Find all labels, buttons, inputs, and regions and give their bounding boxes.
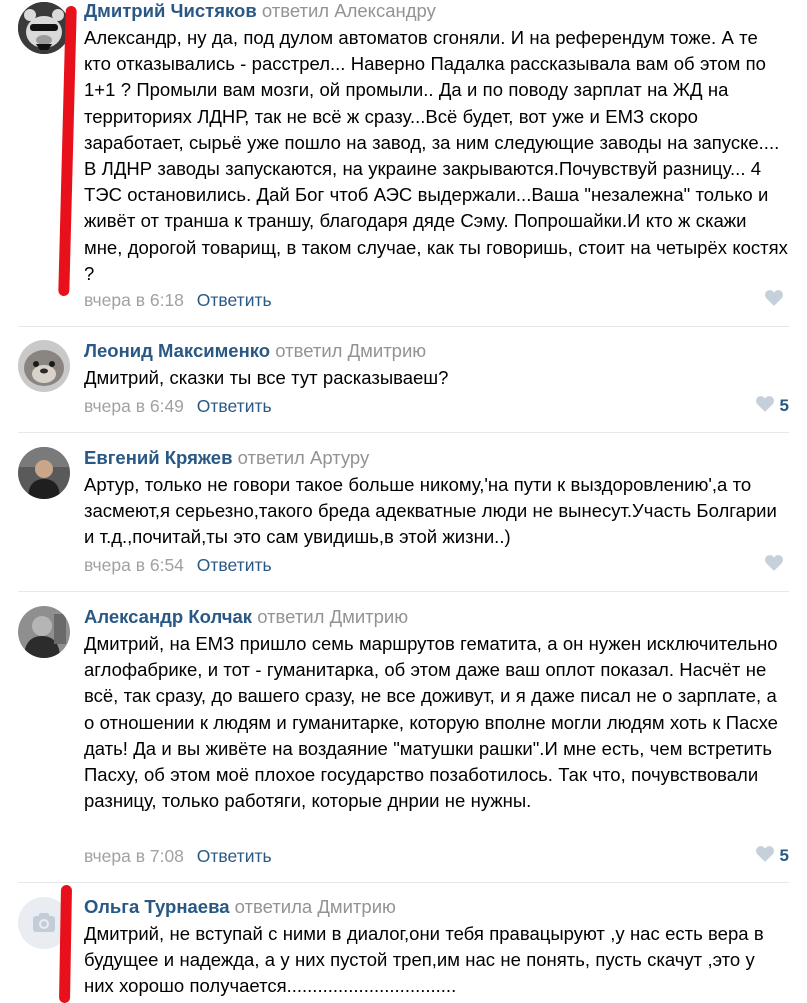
reply-to-label[interactable]: ответил Артуру: [238, 447, 370, 468]
author-name[interactable]: Дмитрий Чистяков: [84, 0, 257, 21]
heart-icon: [765, 289, 783, 311]
divider: [18, 882, 789, 883]
divider: [18, 326, 789, 327]
comment-text: Дмитрий, не вступай с ними в диалог,они …: [84, 923, 764, 997]
avatar[interactable]: [18, 340, 70, 392]
reply-button[interactable]: Ответить: [197, 290, 272, 310]
comment-item: Ольга Турнаева ответила Дмитрию Дмитрий,…: [0, 884, 807, 1003]
avatar[interactable]: [18, 447, 70, 499]
avatar[interactable]: [18, 2, 70, 54]
heart-icon: [755, 395, 774, 417]
avatar-image: [18, 340, 70, 392]
comment-text: Александр, ну да, под дулом автоматов сг…: [84, 27, 788, 284]
like-button[interactable]: [765, 554, 789, 576]
avatar-image: [18, 447, 70, 499]
reply-button[interactable]: Ответить: [197, 555, 272, 575]
highlight-mark: [58, 884, 73, 1003]
comment-time[interactable]: вчера в 6:54: [84, 555, 184, 575]
heart-icon: [765, 554, 783, 576]
comment-text: Артур, только не говори такое больше ник…: [84, 474, 777, 548]
reply-to-label[interactable]: ответила Дмитрию: [235, 896, 396, 917]
comment-item: Александр Колчак ответил Дмитрию Дмитрий…: [0, 602, 807, 882]
comment-item: Леонид Максименко ответил Дмитрию Дмитри…: [0, 336, 807, 432]
like-button[interactable]: 5: [755, 845, 789, 867]
comment-time[interactable]: вчера в 6:49: [84, 396, 184, 416]
avatar-image: [18, 2, 70, 54]
avatar-image: [18, 606, 70, 658]
like-count: 5: [779, 396, 789, 415]
divider: [18, 591, 789, 592]
reply-to-label[interactable]: ответил Дмитрию: [275, 340, 426, 361]
highlight-mark: [58, 5, 77, 297]
reply-to-label[interactable]: ответил Дмитрию: [257, 606, 408, 627]
like-button[interactable]: [765, 289, 789, 311]
comment-item: Евгений Кряжев ответил Артуру Артур, тол…: [0, 443, 807, 591]
comment-text: Дмитрий, на ЕМЗ пришло семь маршрутов ге…: [84, 633, 778, 812]
divider: [18, 432, 789, 433]
comment-text: Дмитрий, сказки ты все тут расказываеш?: [84, 367, 449, 388]
author-name[interactable]: Ольга Турнаева: [84, 896, 230, 917]
avatar[interactable]: [18, 606, 70, 658]
heart-icon: [755, 845, 774, 867]
reply-button[interactable]: Ответить: [197, 396, 272, 416]
comment-time[interactable]: вчера в 7:08: [84, 846, 184, 866]
comment-item: Дмитрий Чистяков ответил Александру Алек…: [0, 0, 807, 326]
comment-time[interactable]: вчера в 6:18: [84, 290, 184, 310]
author-name[interactable]: Евгений Кряжев: [84, 447, 232, 468]
author-name[interactable]: Александр Колчак: [84, 606, 252, 627]
like-button[interactable]: 5: [755, 395, 789, 417]
author-name[interactable]: Леонид Максименко: [84, 340, 270, 361]
reply-button[interactable]: Ответить: [197, 846, 272, 866]
reply-to-label[interactable]: ответил Александру: [262, 0, 436, 21]
like-count: 5: [779, 846, 789, 865]
